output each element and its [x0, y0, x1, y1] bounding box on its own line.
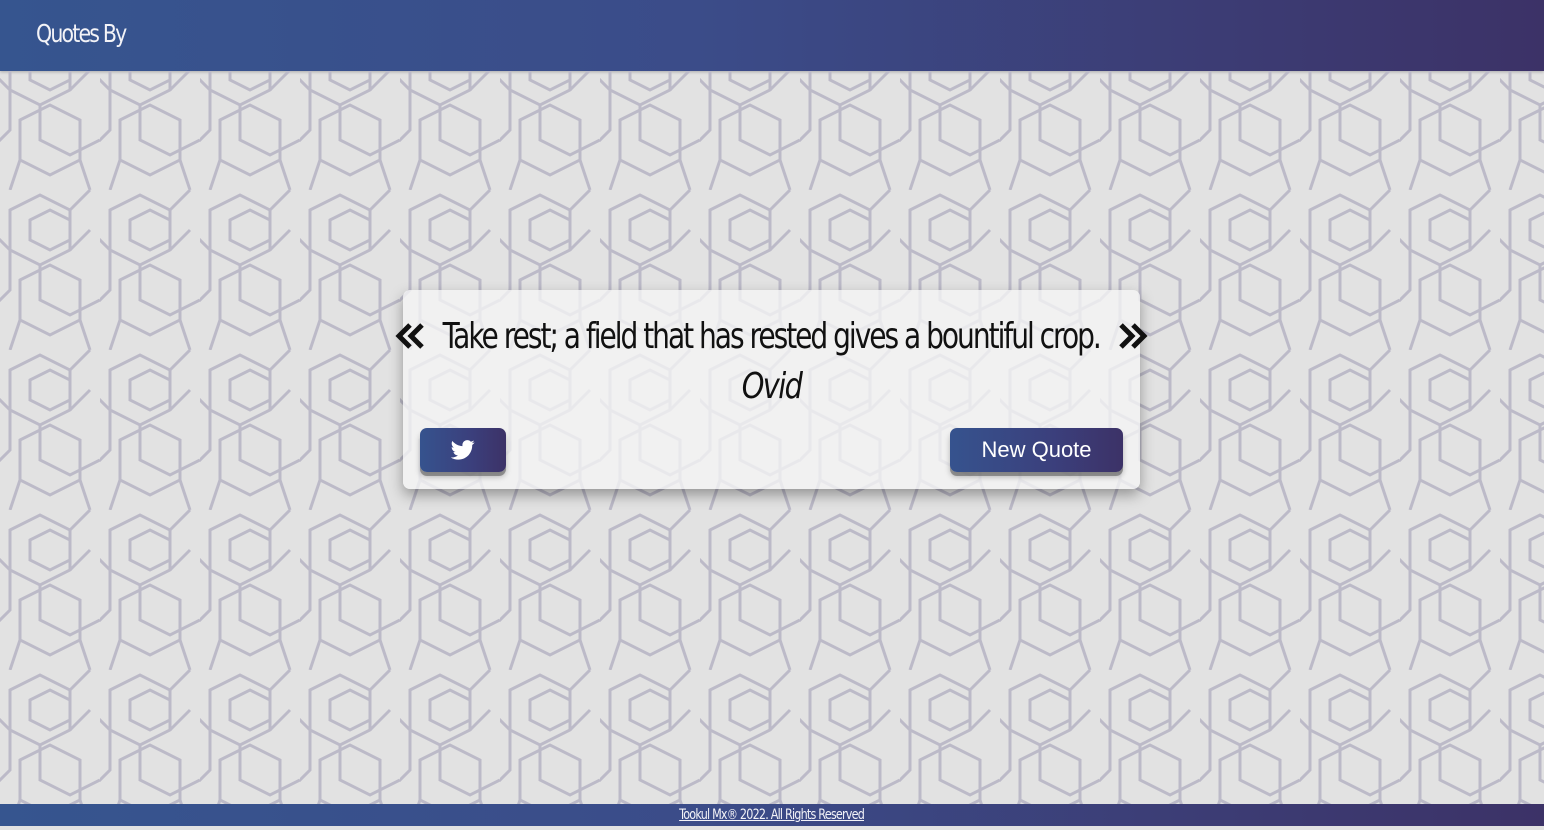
left-double-chevron-icon	[395, 323, 425, 349]
new-quote-button[interactable]: New Quote	[950, 428, 1123, 472]
twitter-icon	[451, 440, 475, 460]
quote-card: Take rest; a field that has rested gives…	[395, 290, 1148, 489]
quote-row: Take rest; a field that has rested gives…	[395, 312, 1148, 360]
footer-copyright-link[interactable]: Tookul Mx® 2022. All Rights Reserved	[680, 804, 866, 826]
brand-title[interactable]: Quotes By	[36, 19, 127, 48]
right-double-chevron-icon	[1118, 323, 1148, 349]
quote-text: Take rest; a field that has rested gives…	[442, 315, 1102, 357]
quote-author: Ovid	[741, 366, 803, 407]
tweet-button[interactable]	[420, 428, 506, 472]
top-navbar: Quotes By	[0, 0, 1544, 71]
footer-bar: Tookul Mx® 2022. All Rights Reserved	[0, 804, 1544, 826]
